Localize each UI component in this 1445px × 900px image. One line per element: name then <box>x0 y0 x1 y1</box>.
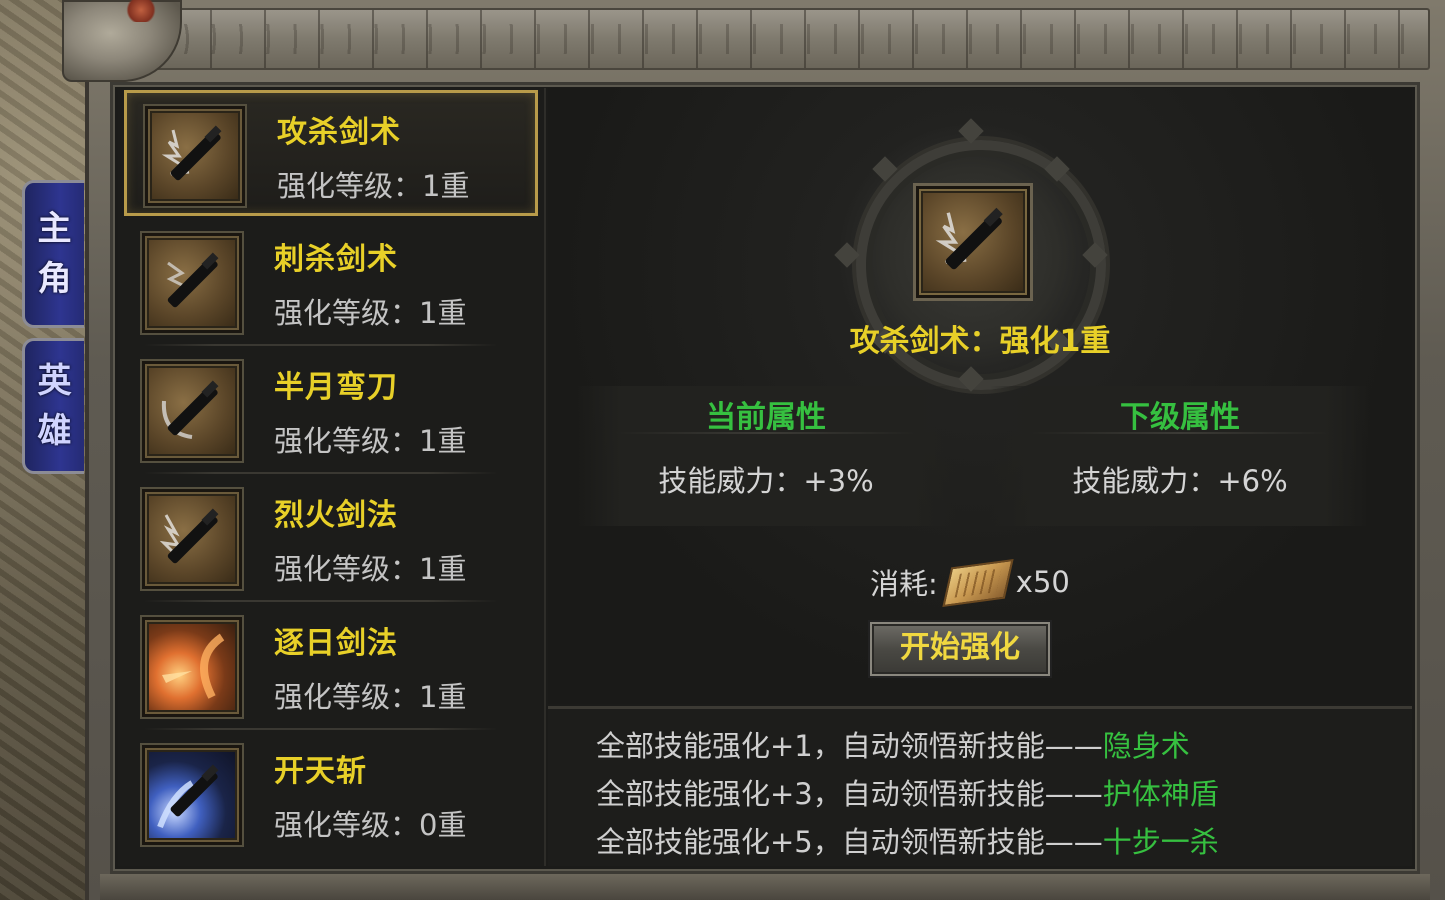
skill-item-cisha[interactable]: 刺杀剑术 强化等级：1重 <box>124 220 538 346</box>
skill-name: 逐日剑法 <box>274 626 398 661</box>
frame-top-ornament <box>100 8 1430 70</box>
skill-item-kaitian[interactable]: 开天斩 强化等级：0重 <box>124 732 538 858</box>
tab-hero-label-2: 雄 <box>37 411 72 451</box>
current-attributes: 当前属性 技能威力：+3% <box>576 386 956 526</box>
skill-level: 强化等级：1重 <box>274 296 467 330</box>
skill-name: 攻杀剑术 <box>277 115 401 150</box>
skill-item-zhuri[interactable]: 逐日剑法 强化等级：1重 <box>124 604 538 730</box>
sword-slash-icon <box>145 106 245 206</box>
tab-main-character[interactable]: 主 角 <box>22 180 84 328</box>
skill-level: 强化等级：1重 <box>277 169 470 203</box>
skill-list: 攻杀剑术 强化等级：1重 刺杀剑术 强化等级：1重 半月弯刀 强化等级：1重 烈… <box>118 88 546 866</box>
tab-main-label-2: 角 <box>37 259 72 299</box>
bonus-list: 全部技能强化+1，自动领悟新技能——隐身术 全部技能强化+3，自动领悟新技能——… <box>548 706 1412 866</box>
sky-splitting-blue-icon <box>142 745 242 845</box>
tab-hero[interactable]: 英 雄 <box>22 338 84 474</box>
sun-chasing-fire-icon <box>142 617 242 717</box>
skill-name: 烈火剑法 <box>274 498 398 533</box>
skill-level: 强化等级：0重 <box>274 808 467 842</box>
scroll-icon <box>940 555 1014 609</box>
selected-skill-title: 攻杀剑术：强化1重 <box>849 324 1111 359</box>
cost-label: 消耗: <box>870 567 938 601</box>
bonus-skill: 护体神盾 <box>1102 777 1219 811</box>
bonus-line: 全部技能强化+5，自动领悟新技能——十步一杀 <box>596 819 1219 861</box>
skill-level: 强化等级：1重 <box>274 680 467 714</box>
bonus-skill: 十步一杀 <box>1102 825 1219 859</box>
frame-bottom-rim <box>100 874 1430 900</box>
current-attr-value: 技能威力：+3% <box>658 464 874 498</box>
bonus-line: 全部技能强化+3，自动领悟新技能——护体神盾 <box>596 771 1219 813</box>
current-attr-header: 当前属性 <box>706 400 826 435</box>
flaming-sword-icon <box>142 489 242 589</box>
cost-count: x50 <box>1015 565 1070 599</box>
bonus-skill: 隐身术 <box>1102 729 1190 763</box>
skill-level: 强化等级：1重 <box>274 552 467 586</box>
cost-row: 消耗: x50 <box>870 552 1070 612</box>
skill-name: 半月弯刀 <box>274 370 398 405</box>
skill-level: 强化等级：1重 <box>274 424 467 458</box>
skill-item-gongsha[interactable]: 攻杀剑术 强化等级：1重 <box>124 90 538 216</box>
skill-item-banyue[interactable]: 半月弯刀 强化等级：1重 <box>124 348 538 474</box>
start-enhance-button[interactable]: 开始强化 <box>870 622 1050 676</box>
next-attr-header: 下级属性 <box>1120 400 1240 435</box>
bonus-prefix: 全部技能强化+3，自动领悟新技能—— <box>596 777 1103 811</box>
bonus-prefix: 全部技能强化+5，自动领悟新技能—— <box>596 825 1103 859</box>
tab-hero-label-1: 英 <box>37 361 72 401</box>
half-moon-blade-icon <box>142 361 242 461</box>
bonus-prefix: 全部技能强化+1，自动领悟新技能—— <box>596 729 1103 763</box>
selected-skill-sword-icon <box>916 186 1030 298</box>
skill-name: 刺杀剑术 <box>274 242 398 277</box>
sword-thrust-icon <box>142 233 242 333</box>
next-attr-value: 技能威力：+6% <box>1072 464 1288 498</box>
tab-main-label-1: 主 <box>37 209 72 249</box>
skill-item-liehuo[interactable]: 烈火剑法 强化等级：1重 <box>124 476 538 602</box>
skill-name: 开天斩 <box>274 754 367 789</box>
bonus-line: 全部技能强化+1，自动领悟新技能——隐身术 <box>596 723 1190 765</box>
next-attributes: 下级属性 技能威力：+6% <box>990 386 1370 526</box>
